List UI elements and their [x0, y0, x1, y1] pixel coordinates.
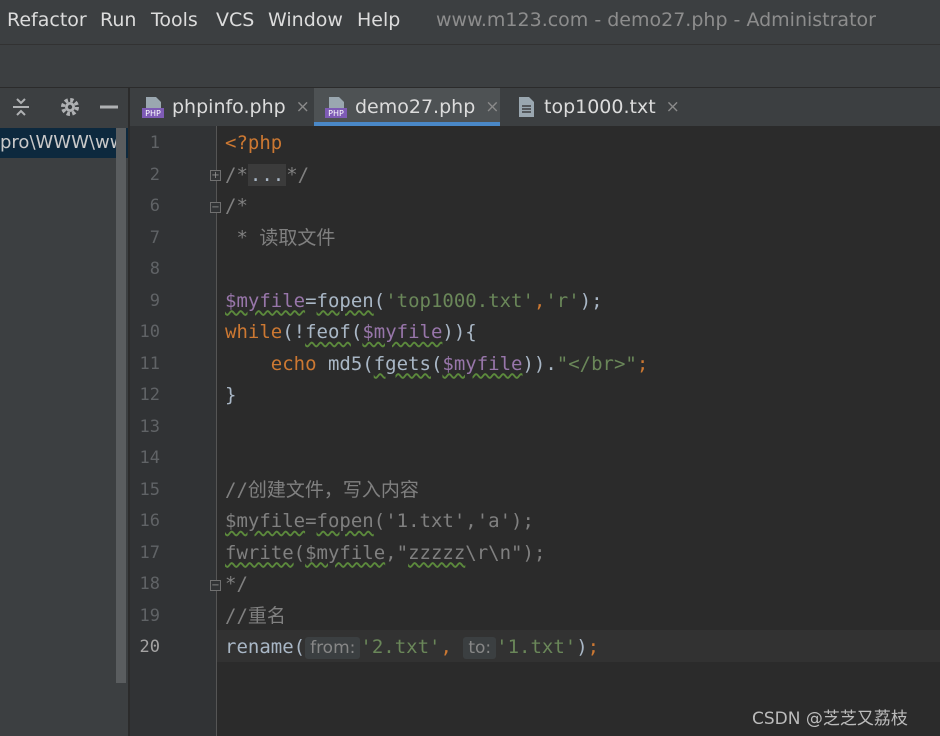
fold-end-icon[interactable]: −: [210, 580, 221, 591]
text-file-icon: [514, 95, 538, 119]
minimize-icon[interactable]: [97, 95, 121, 119]
line-number: 13: [139, 416, 160, 437]
gutter-separator: [216, 126, 217, 736]
menu-refactor[interactable]: Refactor: [7, 9, 87, 31]
code-line: /*... */: [225, 163, 310, 186]
close-icon[interactable]: ×: [296, 97, 310, 117]
line-number: 11: [139, 353, 160, 374]
line-number: 14: [139, 448, 160, 468]
line-number: 2: [149, 164, 160, 185]
line-number: 8: [149, 259, 160, 279]
code-line: //重名: [225, 604, 286, 627]
close-icon[interactable]: ×: [666, 97, 680, 117]
collapse-all-icon[interactable]: [9, 95, 33, 119]
menu-bar: Refactor Run Tools VCS Window Help www.m…: [0, 0, 940, 44]
panel-scrollbar[interactable]: [116, 128, 126, 683]
tab-phpinfo[interactable]: PHP phpinfo.php ×: [142, 88, 310, 126]
menu-vcs[interactable]: VCS: [216, 9, 254, 31]
svg-text:PHP: PHP: [328, 109, 344, 118]
code-line: * 读取文件: [225, 226, 336, 249]
line-number: 1: [149, 133, 160, 153]
project-panel-header: [0, 88, 130, 126]
gear-icon[interactable]: [58, 95, 82, 119]
php-file-icon: PHP: [325, 95, 349, 119]
param-hint-from: from:: [305, 637, 361, 659]
line-number: 15: [139, 479, 160, 500]
line-number: 12: [139, 385, 160, 405]
fold-collapse-icon[interactable]: −: [210, 202, 221, 213]
menu-window[interactable]: Window: [268, 9, 343, 31]
php-file-icon: PHP: [142, 95, 166, 119]
code-line: fwrite($myfile,"zzzzz\r\n");: [225, 541, 546, 564]
project-panel: pro\WWW\ww: [0, 88, 130, 736]
window-title: www.m123.com - demo27.php - Administrato…: [436, 9, 876, 31]
toolbar: [0, 44, 940, 88]
menu-tools[interactable]: Tools: [151, 9, 198, 31]
line-number: 16: [139, 511, 160, 531]
code-line: /*: [225, 195, 248, 217]
line-number: 10: [139, 322, 160, 342]
param-hint-to: to:: [463, 637, 497, 659]
line-number: 17: [139, 542, 160, 563]
code-line: <?php: [225, 132, 283, 154]
line-number: 19: [139, 605, 160, 626]
code-line-current: rename(from: '2.txt', to: '1.txt');: [225, 636, 600, 659]
watermark: CSDN @芝芝又荔枝: [752, 709, 908, 729]
code-line: while(!feof($myfile)){: [225, 321, 477, 343]
tab-demo27[interactable]: PHP demo27.php ×: [314, 88, 500, 126]
svg-text:PHP: PHP: [145, 109, 161, 118]
line-number: 7: [149, 227, 160, 248]
code-editor[interactable]: 1 2 6 7 8 9 10 11 12 13 14 15 16 17 18 1…: [130, 126, 940, 736]
code-line: $myfile=fopen('1.txt','a');: [225, 510, 534, 532]
line-number: 18: [139, 574, 160, 594]
code-line: */: [225, 573, 248, 595]
code-line: $myfile=fopen('top1000.txt','r');: [225, 289, 603, 312]
line-number: 6: [149, 196, 160, 216]
line-number-current: 20: [139, 637, 160, 657]
project-path-item[interactable]: pro\WWW\ww: [0, 128, 128, 158]
code-line: }: [225, 384, 237, 406]
tab-top1000[interactable]: top1000.txt ×: [514, 88, 680, 126]
code-line: //创建文件，写入内容: [225, 478, 419, 501]
folded-region[interactable]: ...: [247, 163, 287, 186]
code-line: echo md5(fgets($myfile))."</br>";: [225, 352, 649, 375]
editor-tab-bar: PHP phpinfo.php × PHP demo27.php × top10…: [130, 88, 940, 126]
fold-expand-icon[interactable]: +: [210, 170, 221, 181]
line-number: 9: [149, 290, 160, 311]
close-icon[interactable]: ×: [485, 97, 499, 117]
menu-help[interactable]: Help: [357, 9, 400, 31]
menu-run[interactable]: Run: [100, 9, 136, 31]
line-gutter: 1 2 6 7 8 9 10 11 12 13 14 15 16 17 18 1…: [130, 126, 216, 736]
